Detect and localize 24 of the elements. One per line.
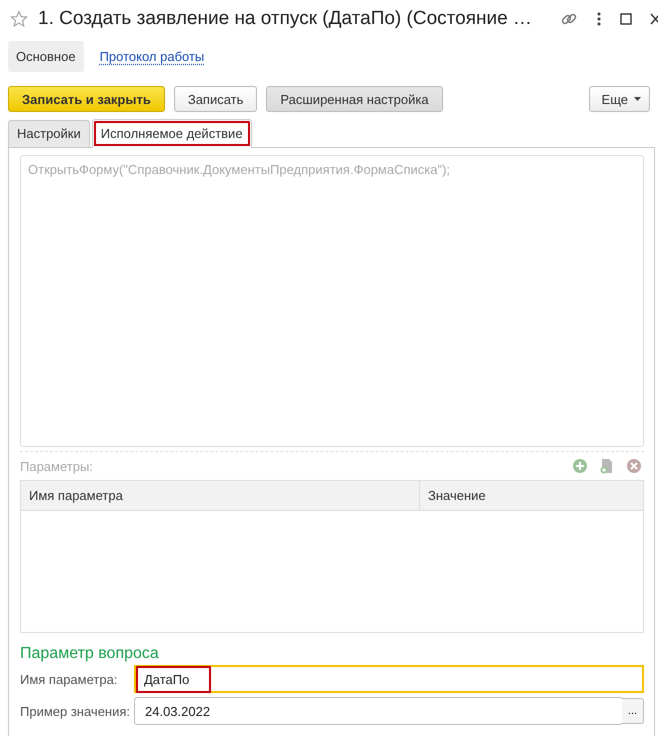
input-field[interactable]: ДатаПо: [134, 665, 644, 693]
section-label: Параметры:: [20, 458, 93, 474]
star-icon[interactable]: [10, 10, 28, 28]
caret-icon: [634, 97, 641, 101]
toolbar-button[interactable]: Записать: [174, 86, 258, 112]
section-title: Параметр вопроса: [20, 645, 160, 663]
input-field[interactable]: 24.03.2022: [134, 697, 623, 725]
toolbar-button[interactable]: Расширенная настройка: [266, 86, 443, 112]
nav-link[interactable]: Протокол работы: [92, 40, 212, 72]
choose-button[interactable]: ...: [622, 698, 644, 724]
code-text: ОткрытьФорму("Справочник.ДокументыПредприятия.ФормаСписка");: [28, 162, 450, 177]
window-title: 1. Создать заявление на отпуск (ДатаПо) (Состояние …: [38, 8, 533, 30]
tab[interactable]: Исполняемое действие: [92, 119, 252, 148]
more-icon[interactable]: [596, 11, 602, 27]
toolbar-button[interactable]: Записать и закрыть: [8, 86, 165, 112]
column-header[interactable]: Имя параметра: [21, 481, 420, 510]
more-button[interactable]: Еще: [588, 86, 650, 112]
tab[interactable]: Настройки: [8, 120, 90, 147]
field-label: Пример значения:: [20, 704, 128, 718]
field-label: Имя параметра:: [20, 672, 118, 686]
maximize-icon[interactable]: [620, 13, 632, 25]
nav-link[interactable]: Основное: [8, 40, 84, 72]
column-header[interactable]: Значение: [420, 481, 494, 510]
close-icon[interactable]: [650, 13, 658, 25]
